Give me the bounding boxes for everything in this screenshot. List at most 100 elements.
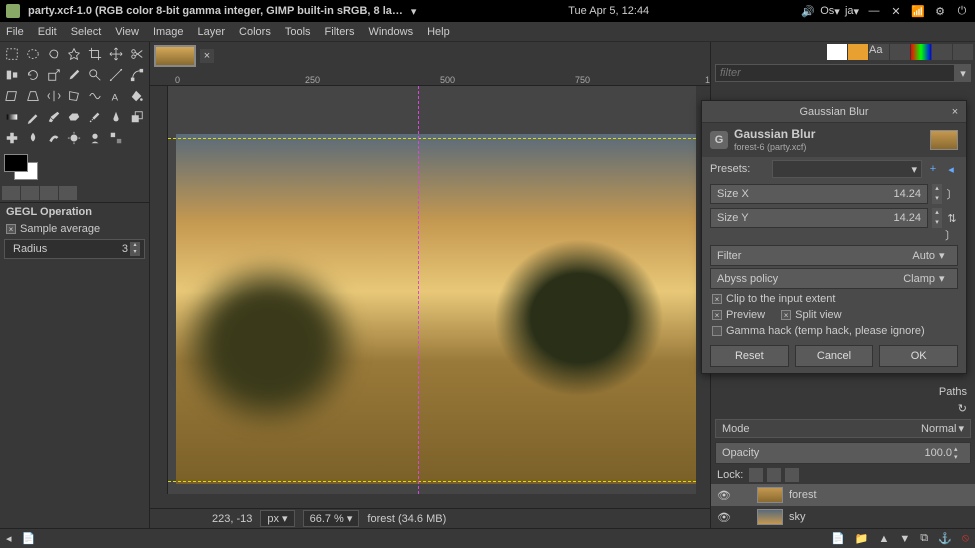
tool-path[interactable] [127, 65, 147, 85]
tool-dodge[interactable] [65, 128, 85, 148]
lock-pixels-icon[interactable] [749, 468, 763, 482]
tool-by-color-select[interactable] [106, 128, 126, 148]
dock-tab-5[interactable] [911, 44, 931, 60]
anchor-layer-icon[interactable]: ⚓ [938, 532, 952, 545]
tab-undo[interactable] [59, 186, 77, 200]
menu-file[interactable]: File [6, 26, 24, 38]
duplicate-layer-icon[interactable]: ⧉ [920, 532, 928, 545]
tool-blur[interactable] [23, 128, 43, 148]
tool-flip[interactable] [44, 86, 64, 106]
tool-paintbrush[interactable] [44, 107, 64, 127]
radius-spinner[interactable]: ▴▾ [130, 242, 140, 256]
fg-color-swatch[interactable] [4, 154, 28, 172]
tool-smudge[interactable] [44, 128, 64, 148]
gamma-hack-checkbox[interactable]: Gamma hack (temp hack, please ignore) [702, 323, 966, 339]
tool-scissors[interactable] [127, 44, 147, 64]
tool-zoom[interactable] [85, 65, 105, 85]
clip-checkbox[interactable]: × Clip to the input extent [702, 291, 966, 307]
tool-text[interactable]: A [106, 86, 126, 106]
os-indicator[interactable]: Os▾ [823, 4, 837, 18]
tab-images[interactable] [40, 186, 58, 200]
tool-heal[interactable] [2, 128, 22, 148]
layer-row[interactable]: 👁 sky [711, 506, 975, 528]
delete-layer-icon[interactable]: ⦸ [962, 532, 969, 545]
layer-group-icon[interactable]: 📁 [855, 532, 869, 545]
dock-tab-1[interactable] [827, 44, 847, 60]
ruler-horizontal[interactable]: 0 250 500 750 1000 [150, 70, 710, 86]
guide-horizontal[interactable] [168, 481, 696, 482]
tool-crop[interactable] [85, 44, 105, 64]
scrollbar-horizontal[interactable] [150, 494, 710, 508]
wifi-icon[interactable]: 📶 [911, 4, 925, 18]
tool-move[interactable] [106, 44, 126, 64]
menu-layer[interactable]: Layer [198, 26, 226, 38]
split-view-checkbox[interactable]: × Split view [781, 307, 841, 323]
dock-tab-3[interactable]: Aa [869, 44, 889, 60]
lock-alpha-icon[interactable] [785, 468, 799, 482]
guide-horizontal[interactable] [168, 138, 696, 139]
filter-dropdown-icon[interactable]: ▾ [955, 64, 971, 82]
preset-menu-icon[interactable]: ◂ [944, 162, 958, 176]
tool-color-picker[interactable] [65, 65, 85, 85]
tool-airbrush[interactable] [85, 107, 105, 127]
menu-filters[interactable]: Filters [325, 26, 355, 38]
volume-icon[interactable]: 🔊 [801, 4, 815, 18]
layer-down-icon[interactable]: ▼ [899, 533, 910, 545]
eye-icon[interactable]: 👁 [717, 511, 731, 524]
tab-tool-options[interactable] [2, 186, 20, 200]
filter-input[interactable] [715, 64, 955, 82]
cancel-button[interactable]: Cancel [795, 345, 874, 367]
color-swatch[interactable] [0, 150, 149, 184]
dock-tab-4[interactable] [890, 44, 910, 60]
guide-vertical[interactable] [418, 86, 419, 494]
radius-field[interactable]: Radius 3 ▴▾ [4, 239, 145, 259]
dock-tab-6[interactable] [932, 44, 952, 60]
presets-dropdown[interactable]: ▾ [772, 160, 922, 178]
canvas[interactable] [168, 86, 696, 494]
filter-row[interactable]: Filter Auto ▾ [710, 245, 958, 266]
menu-colors[interactable]: Colors [239, 26, 271, 38]
menu-tools[interactable]: Tools [285, 26, 311, 38]
menu-windows[interactable]: Windows [368, 26, 413, 38]
doc-tab-close-icon[interactable]: × [200, 49, 214, 63]
tool-ellipse-select[interactable] [23, 44, 43, 64]
preset-add-icon[interactable]: + [926, 162, 940, 176]
doc-tab-thumbnail[interactable] [154, 45, 196, 67]
reload-icon[interactable]: ↻ [958, 402, 967, 415]
lock-position-icon[interactable] [767, 468, 781, 482]
title-dropdown-icon[interactable]: ▾ [411, 5, 417, 18]
tool-foreground-select[interactable] [85, 128, 105, 148]
preview-checkbox[interactable]: × Preview [712, 307, 765, 323]
link-icon[interactable]: ⇅ [946, 208, 958, 228]
layer-mode-row[interactable]: Mode Normal ▾ [715, 419, 971, 438]
tool-ink[interactable] [106, 107, 126, 127]
sizey-spinner[interactable]: ▴▾ [932, 208, 942, 228]
opacity-spinner[interactable]: ▴▾ [954, 445, 964, 461]
new-doc-icon[interactable]: 📄 [22, 532, 36, 545]
tool-eraser[interactable] [65, 107, 85, 127]
settings-icon[interactable]: ⚙ [933, 4, 947, 18]
tool-measure[interactable] [106, 65, 126, 85]
menu-view[interactable]: View [115, 26, 139, 38]
status-unit-dropdown[interactable]: px ▾ [260, 510, 294, 527]
input-lang-icon[interactable]: ja▾ [845, 4, 859, 18]
tool-gradient[interactable] [2, 107, 22, 127]
menu-select[interactable]: Select [71, 26, 102, 38]
dock-tab-2[interactable] [848, 44, 868, 60]
opacity-row[interactable]: Opacity 100.0 ▴▾ [715, 442, 971, 464]
menu-edit[interactable]: Edit [38, 26, 57, 38]
layer-name[interactable]: sky [789, 511, 806, 523]
new-layer-icon[interactable]: 📄 [831, 532, 845, 545]
tool-warp[interactable] [85, 86, 105, 106]
tool-rotate[interactable] [23, 65, 43, 85]
tool-free-select[interactable] [44, 44, 64, 64]
sample-average-checkbox[interactable]: × Sample average [0, 221, 149, 237]
dialog-titlebar[interactable]: Gaussian Blur × [702, 101, 966, 123]
layer-name[interactable]: forest [789, 489, 817, 501]
dialog-close-icon[interactable]: × [948, 105, 962, 119]
tab-device[interactable] [21, 186, 39, 200]
tool-clone[interactable] [127, 107, 147, 127]
eye-icon[interactable]: 👁 [717, 489, 731, 502]
tool-rect-select[interactable] [2, 44, 22, 64]
tool-shear[interactable] [2, 86, 22, 106]
